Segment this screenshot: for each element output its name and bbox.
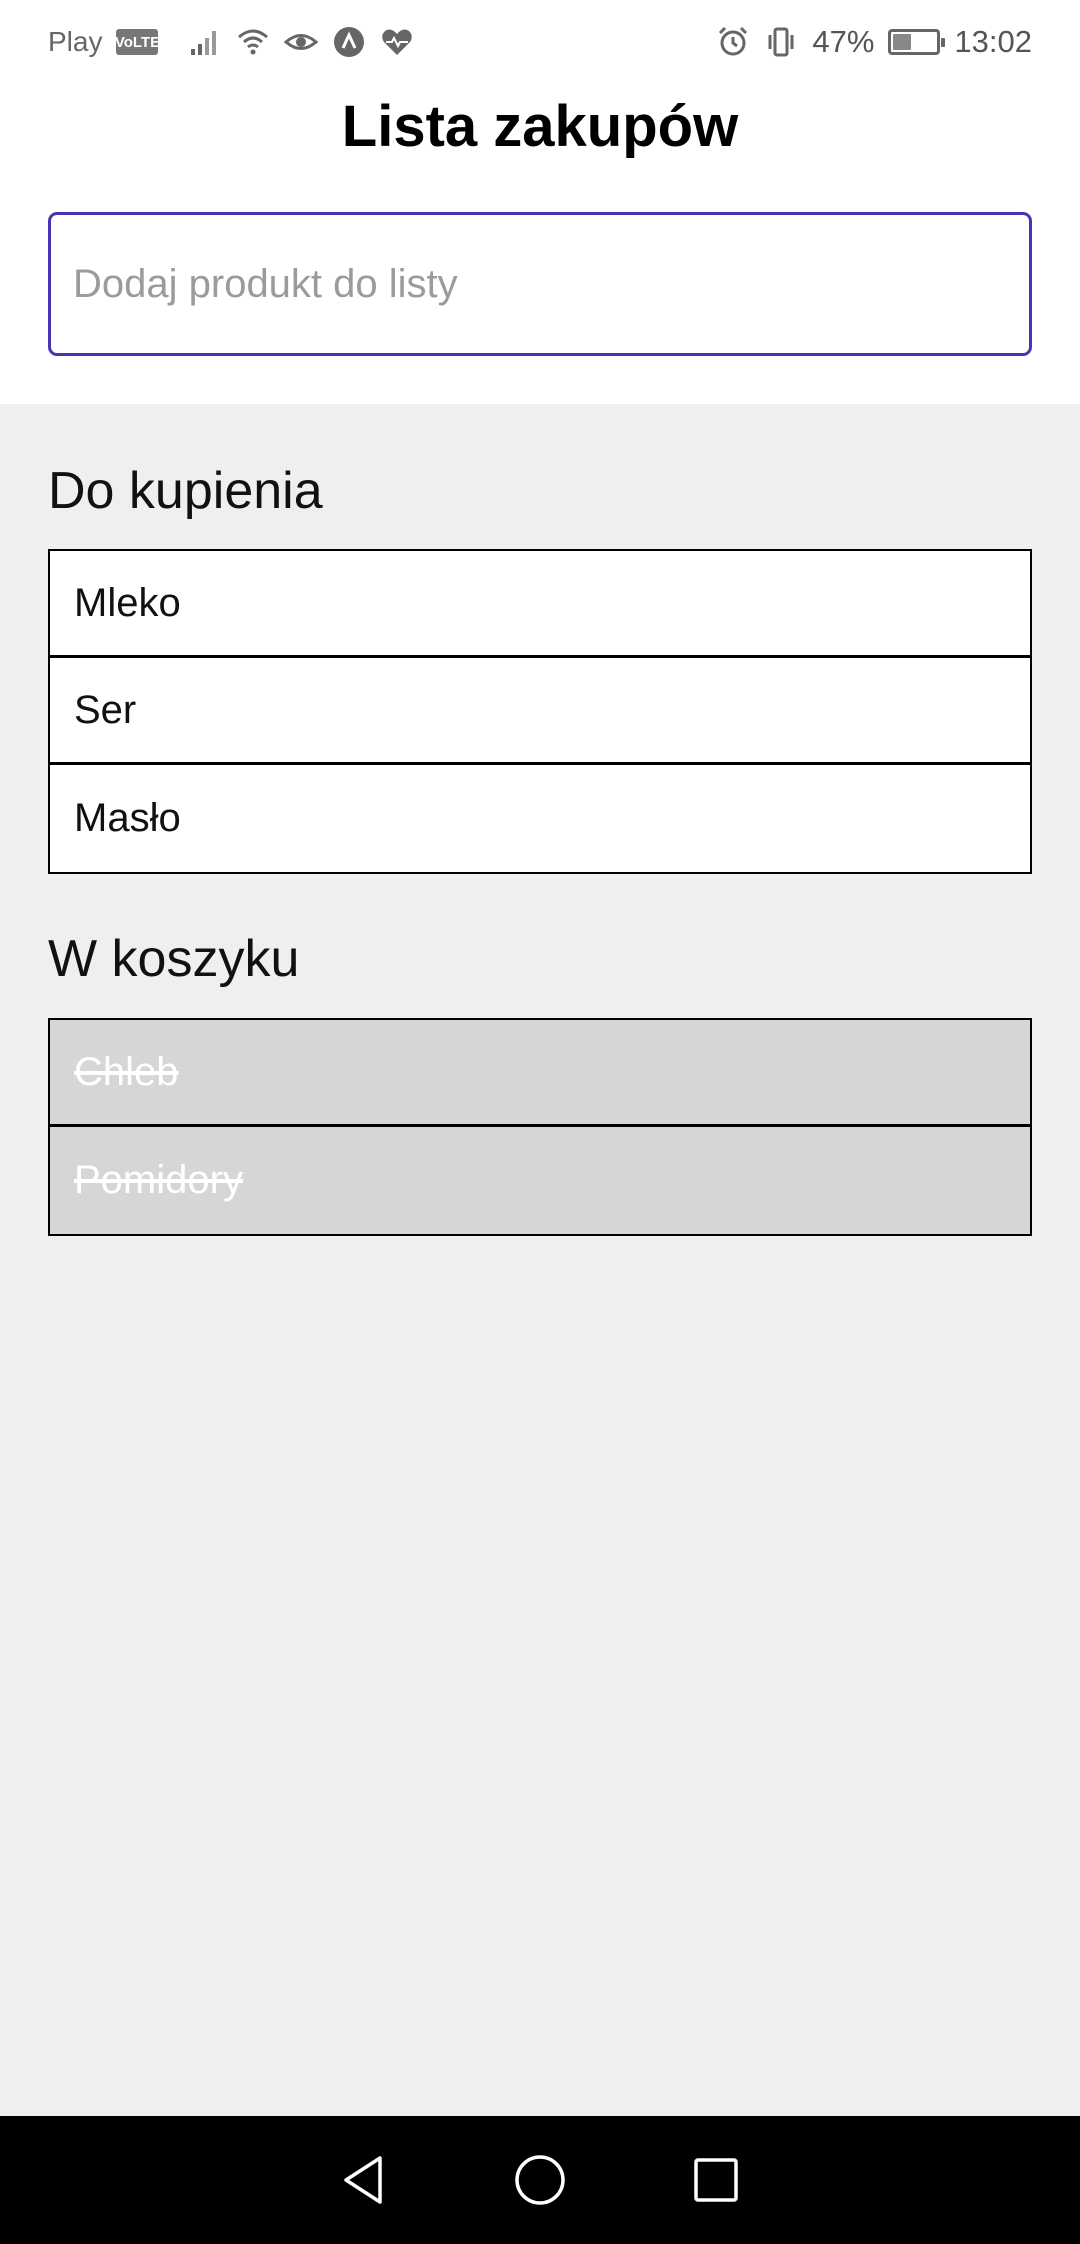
carrier-name: Play (48, 26, 103, 57)
add-product-input[interactable] (48, 212, 1032, 356)
home-button[interactable] (508, 2148, 572, 2212)
recents-button[interactable] (684, 2148, 748, 2212)
vibrate-icon (764, 25, 798, 59)
wifi-icon (236, 25, 270, 59)
status-bar-right: 47% 13:02 (716, 24, 1032, 60)
status-bar-left: Play VoLTE (48, 25, 414, 59)
home-icon (515, 2155, 565, 2205)
to-buy-item[interactable]: Ser (50, 658, 1030, 765)
signal-icon (188, 25, 222, 59)
eye-icon (284, 25, 319, 59)
battery-level-fill (893, 34, 912, 50)
page-title: Lista zakupów (341, 94, 739, 159)
heart-rate-icon (380, 25, 414, 59)
battery-percent: 47% (812, 24, 875, 59)
lists-area: Do kupienia Mleko Ser Masło W koszyku Chle… (0, 404, 1080, 2116)
app-screen: Play VoLTE 47% 13:02 Lista zakupów Dodaj… (0, 0, 1080, 2244)
to-buy-item[interactable]: Masło (50, 765, 1030, 872)
in-cart-list: Chleb Pomidory (48, 1018, 1032, 1236)
recents-icon (694, 2158, 738, 2202)
to-buy-section-title: Do kupienia (48, 462, 323, 520)
alarm-icon (716, 25, 750, 59)
clock: 13:02 (954, 24, 1032, 59)
navigation-bar (0, 2116, 1080, 2244)
in-cart-item[interactable]: Pomidory (50, 1127, 1030, 1234)
battery-icon (888, 29, 946, 55)
volte-badge: VoLTE (115, 29, 160, 55)
in-cart-section-title: W koszyku (48, 930, 300, 988)
back-icon (344, 2156, 382, 2204)
status-bar: Play VoLTE 47% 13:02 (0, 0, 1080, 84)
app-logo-icon (332, 25, 366, 59)
back-button[interactable] (332, 2148, 396, 2212)
to-buy-item[interactable]: Mleko (50, 551, 1030, 658)
in-cart-item[interactable]: Chleb (50, 1020, 1030, 1127)
to-buy-list: Mleko Ser Masło (48, 549, 1032, 874)
